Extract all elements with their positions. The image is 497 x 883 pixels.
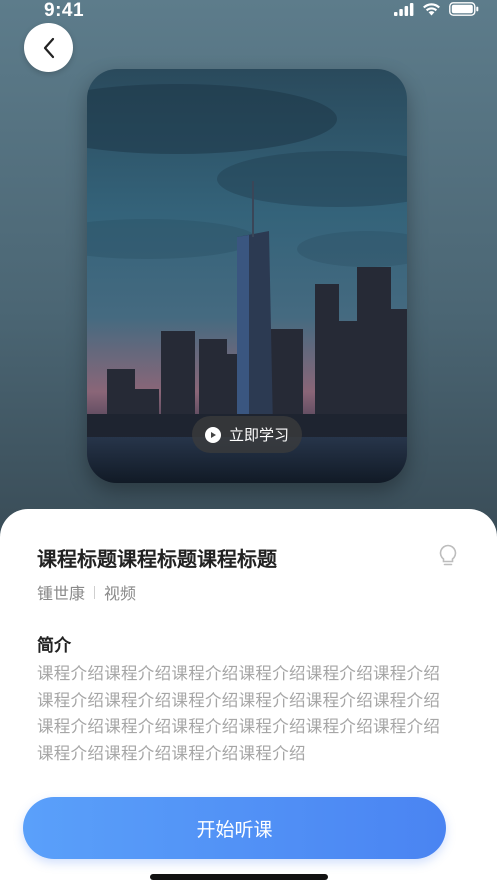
study-now-button[interactable]: 立即学习	[192, 416, 302, 453]
intro-heading: 简介	[37, 636, 71, 656]
course-author: 锺世康	[37, 584, 86, 603]
back-button[interactable]	[24, 23, 73, 72]
intro-text: 课程介绍课程介绍课程介绍课程介绍课程介绍课程介绍课程介绍课程介绍课程介绍课程介绍…	[37, 664, 441, 763]
status-icons	[394, 2, 479, 16]
cellular-signal-icon	[394, 2, 414, 16]
study-now-label: 立即学习	[228, 426, 289, 444]
start-listening-button[interactable]: 开始听课	[23, 797, 446, 859]
status-time: 9:41	[44, 0, 85, 21]
home-indicator	[150, 874, 328, 880]
status-bar: 9:41	[0, 0, 497, 22]
chevron-left-icon	[43, 37, 54, 58]
lightbulb-icon[interactable]	[438, 544, 458, 568]
course-meta: 锺世康 视频	[37, 580, 136, 604]
meta-divider	[94, 585, 96, 599]
battery-icon	[449, 2, 479, 16]
wifi-icon	[423, 3, 440, 16]
course-type: 视频	[104, 584, 137, 603]
course-title: 课程标题课程标题课程标题	[37, 547, 277, 571]
play-icon	[204, 426, 221, 443]
